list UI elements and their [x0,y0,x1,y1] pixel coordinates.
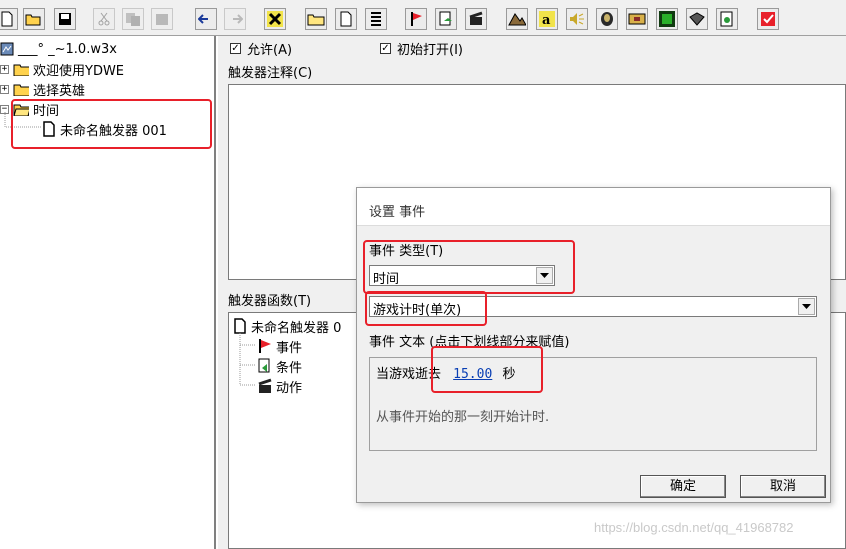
cut-icon[interactable] [93,8,115,30]
tree-item-welcome[interactable]: + 欢迎使用YDWE [0,59,124,79]
map-icon [0,42,14,56]
fn-condition[interactable]: 条件 [257,356,302,376]
fn-connector [239,333,256,386]
expand-icon[interactable]: + [0,84,9,94]
trigger-doc-icon [234,318,246,334]
text-icon[interactable]: a [536,8,558,30]
dialog-title: 设置 事件 [357,188,830,226]
trigger-tree[interactable]: ___° _~1.0.w3x + 欢迎使用YDWE + 选择英雄 − 时间 未命… [0,36,216,549]
fn-event-label: 事件 [276,340,303,356]
functions-label: 触发器函数(T) [228,294,312,309]
new-icon[interactable] [0,8,18,30]
event-type-label: 事件 类型(T) [369,244,444,259]
event-text-line: 当游戏逝去 15.00 秒 [376,363,515,382]
checkmark-icon: ✓ [230,43,241,54]
object-icon[interactable] [656,8,678,30]
initially-on-label: 初始打开(I) [397,43,463,58]
undo-icon[interactable] [195,8,217,30]
fn-action-label: 动作 [276,380,303,396]
tree-trigger-item[interactable]: 未命名触发器 001 [42,119,167,139]
event-text-suffix: 秒 [502,367,516,382]
event-value: 游戏计时(单次) [373,303,462,318]
test-map-icon[interactable] [716,8,738,30]
fn-root-label: 未命名触发器 0 [251,320,342,336]
fn-action[interactable]: 动作 [257,376,302,396]
sound-icon[interactable] [566,8,588,30]
tool-icon[interactable] [686,8,708,30]
new-condition-icon[interactable] [435,8,457,30]
new-trigger-icon[interactable] [335,8,357,30]
folder-icon [13,64,29,76]
folder-icon [13,84,29,96]
new-comment-icon[interactable] [365,8,387,30]
enabled-label: 允许(A) [247,43,293,58]
initially-on-checkbox[interactable]: ✓ 初始打开(I) [380,39,463,58]
ok-button[interactable]: 确定 [640,475,726,498]
cancel-button[interactable]: 取消 [740,475,826,498]
event-flag-icon [259,339,271,353]
fn-condition-label: 条件 [276,360,303,376]
save-icon[interactable] [54,8,76,30]
svg-text:a: a [542,13,551,27]
comment-label: 触发器注释(C) [228,66,313,81]
time-value-link[interactable]: 15.00 [453,367,492,382]
copy-icon[interactable] [122,8,144,30]
tree-trigger-label: 未命名触发器 001 [60,123,167,139]
event-type-select[interactable]: 时间 [369,265,555,287]
set-event-dialog: 设置 事件 事件 类型(T) 时间 游戏计时(单次) 事件 文本 (点击下划线部… [356,187,831,503]
dropdown-arrow-icon[interactable] [536,267,553,284]
event-text-box: 当游戏逝去 15.00 秒 从事件开始的那一刻开始计时. [369,357,817,451]
toolbar: a [0,0,846,36]
checkmark-icon: ✓ [380,43,391,54]
new-action-icon[interactable] [465,8,487,30]
event-description: 从事件开始的那一刻开始计时. [376,410,550,425]
tree-map-root[interactable]: ___° _~1.0.w3x [0,39,117,59]
tree-connector [4,112,41,128]
new-event-icon[interactable] [405,8,427,30]
action-clapper-icon [258,378,272,393]
redo-icon[interactable] [224,8,246,30]
open-icon[interactable] [23,8,45,30]
event-text-prefix: 当游戏逝去 [376,367,442,382]
check-icon[interactable] [757,8,779,30]
trigger-doc-icon [43,121,55,137]
enabled-checkbox[interactable]: ✓ 允许(A) [230,39,292,58]
tree-map-label: ___° _~1.0.w3x [18,41,117,57]
event-text-label: 事件 文本 (点击下划线部分来赋值) [369,335,570,350]
condition-icon [258,358,270,373]
event-type-value: 时间 [373,272,400,287]
tree-item-select-hero[interactable]: + 选择英雄 [0,79,85,99]
tree-item-label: 选择英雄 [33,83,86,99]
terrain-icon[interactable] [506,8,528,30]
new-category-icon[interactable] [305,8,327,30]
delete-icon[interactable] [264,8,286,30]
paste-icon[interactable] [151,8,173,30]
item-icon[interactable] [626,8,648,30]
fn-event[interactable]: 事件 [257,336,302,356]
dropdown-arrow-icon[interactable] [798,298,815,315]
event-select[interactable]: 游戏计时(单次) [369,296,817,318]
expand-icon[interactable]: + [0,64,9,74]
watermark: https://blog.csdn.net/qq_41968782 [594,520,794,535]
unit-icon[interactable] [596,8,618,30]
tree-item-label: 欢迎使用YDWE [33,63,125,79]
